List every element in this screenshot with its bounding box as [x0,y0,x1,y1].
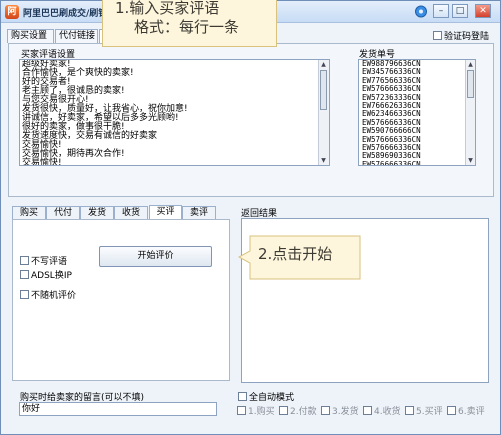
step-buyer-review-checkbox[interactable]: 5.买评 [405,404,443,417]
tab-payment-link[interactable]: 代付链接 [55,29,98,43]
step-label: 2.付款 [290,407,317,417]
comment-line: 交易愉快! [22,158,62,166]
step-receive-checkbox[interactable]: 4.收货 [363,404,401,417]
no-comment-checkbox[interactable]: 不写评语 [20,254,67,267]
non-random-review-label: 不随机评价 [31,291,77,301]
buyer-comments-textarea[interactable]: 超级好卖家! 合作愉快，是个爽快的卖家! 好的交易者! 老主顾了，很诚恳的卖家! 与您交… [19,59,330,166]
callout-step1-line2: 格式：每行一条 [134,18,240,36]
shipping-number-line: EW576666336CN [362,159,421,166]
checkbox-box[interactable] [20,270,29,279]
checkbox-box[interactable] [279,406,288,415]
seller-message-input[interactable]: 你好 [19,402,217,416]
scroll-thumb[interactable] [320,70,327,110]
scroll-down-icon[interactable]: ▼ [466,156,475,165]
scroll-down-icon[interactable]: ▼ [319,156,328,165]
auto-steps-row: 1.购买 2.付款 3.发货 4.收货 5.买评 6.卖评 [235,402,497,417]
shipping-scrollbar[interactable]: ▲ ▼ [465,60,475,165]
step-pay-checkbox[interactable]: 2.付款 [279,404,317,417]
checkbox-box[interactable] [447,406,456,415]
checkbox-box[interactable] [405,406,414,415]
start-review-button[interactable]: 开始评价 [99,246,212,267]
step-seller-review-checkbox[interactable]: 6.卖评 [447,404,485,417]
app-window: 阿 阿里巴巴刷成交/刷销量 – □ ✕ 购买设置 代付链接 评 验证码登陆 买家… [0,0,501,435]
scroll-thumb[interactable] [467,70,474,98]
scroll-up-icon[interactable]: ▲ [319,60,328,69]
non-random-review-checkbox[interactable]: 不随机评价 [20,288,76,301]
skin-gear-icon[interactable] [413,4,429,19]
checkbox-box[interactable] [20,290,29,299]
tab-buyer-review[interactable]: 买评 [149,205,182,219]
callout-step1-line1: 1.输入买家评语 [115,0,220,17]
captcha-login-checkbox[interactable]: 验证码登陆 [433,29,489,42]
adsl-ip-checkbox[interactable]: ADSL换IP [20,268,72,281]
checkbox-box[interactable] [238,392,247,401]
minimize-button[interactable]: – [433,4,449,18]
tab-purchase-settings[interactable]: 购买设置 [7,29,54,43]
scroll-up-icon[interactable]: ▲ [466,60,475,69]
adsl-ip-label: ADSL换IP [31,271,72,281]
step-label: 6.卖评 [458,407,485,417]
comment-line: 发货速度快，交易有诚信的好卖家 [22,131,158,141]
step-buy-checkbox[interactable]: 1.购买 [237,404,275,417]
close-button[interactable]: ✕ [475,4,491,18]
step-label: 1.购买 [248,407,275,417]
comment-line: 交易愉快，期待再次合作! [22,149,125,159]
maximize-button[interactable]: □ [452,4,468,18]
instruction-callout-step2: 2.点击开始 [238,235,362,280]
tab-receive[interactable]: 收货 [114,206,148,219]
instruction-callout-step1: 1.输入买家评语 格式：每行一条 [102,0,277,47]
checkbox-box[interactable] [321,406,330,415]
callout-step2-text: 2.点击开始 [258,245,333,263]
step-ship-checkbox[interactable]: 3.发货 [321,404,359,417]
comments-scrollbar[interactable]: ▲ ▼ [318,60,329,165]
tab-pay-for[interactable]: 代付 [46,206,80,219]
step-label: 4.收货 [374,407,401,417]
checkbox-box[interactable] [433,31,442,40]
tab-buy[interactable]: 购买 [12,206,46,219]
no-comment-label: 不写评语 [31,257,68,267]
shipping-numbers-textarea[interactable]: EW988796636CN EW345766336CN EW776566336CN E… [358,59,476,166]
app-logo-icon: 阿 [5,5,19,19]
step-label: 5.买评 [416,407,443,417]
tab-seller-review[interactable]: 卖评 [182,206,216,219]
checkbox-box[interactable] [363,406,372,415]
step-label: 3.发货 [332,407,359,417]
checkbox-box[interactable] [20,256,29,265]
checkbox-box[interactable] [237,406,246,415]
captcha-login-label: 验证码登陆 [444,32,490,42]
tab-ship[interactable]: 发货 [80,206,114,219]
